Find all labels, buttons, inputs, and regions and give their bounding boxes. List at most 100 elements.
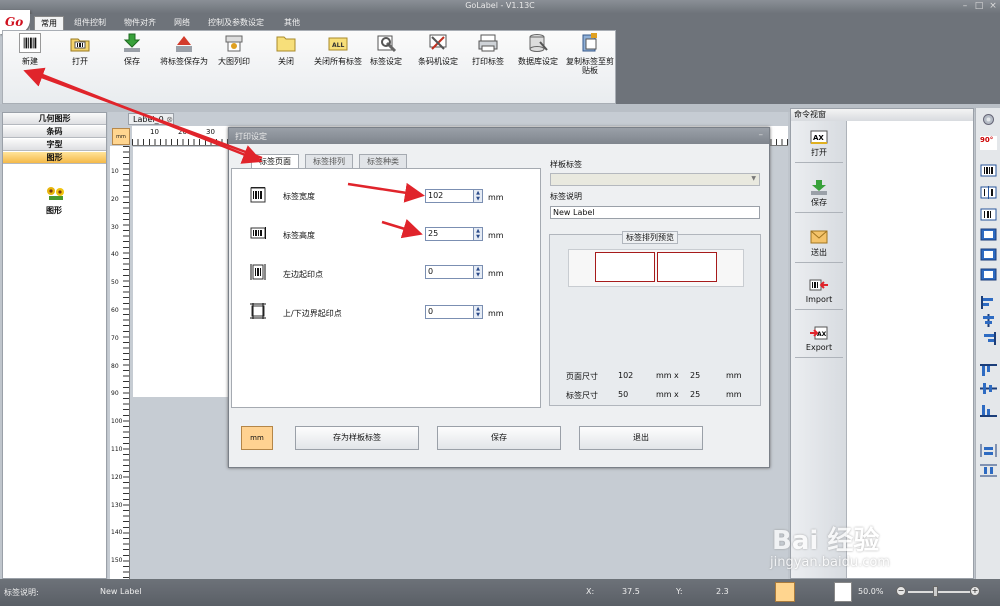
new-button[interactable]: 新建 — [5, 33, 55, 66]
label-height-spinner[interactable]: ▲ ▼ — [473, 227, 483, 241]
cmd-open-button[interactable]: AX 打开 — [795, 129, 843, 163]
close-all-button[interactable]: ALL 关闭所有标签 — [313, 33, 363, 66]
print-label-button[interactable]: 打印标签 — [463, 33, 513, 66]
database-icon — [529, 34, 548, 52]
watermark-url: jingyan.baidu.com — [770, 555, 890, 570]
save-as-icon — [176, 36, 192, 52]
baidu-watermark: Bai 经验 jingyan.baidu.com — [770, 520, 985, 580]
align-barcode-left-icon[interactable] — [980, 164, 997, 177]
description-input[interactable]: New Label — [550, 206, 760, 219]
dialog-title: 打印设定 — [235, 132, 267, 141]
menu-tab-control-params[interactable]: 控制及参数设定 — [202, 16, 270, 30]
command-editor-area[interactable] — [849, 121, 973, 578]
left-offset-unit: mm — [488, 269, 504, 278]
page-size-height: 25 — [690, 371, 701, 380]
align-box-bottom-icon[interactable] — [980, 268, 997, 281]
align-left-icon[interactable] — [980, 296, 997, 309]
unit-mm-button[interactable]: mm — [241, 426, 273, 450]
tab-label-type[interactable]: 标签种类 — [359, 154, 407, 168]
zoom-slider-thumb[interactable] — [933, 586, 938, 597]
status-x-label: X: — [586, 587, 595, 596]
save-button[interactable]: 保存 — [107, 33, 157, 66]
label-height-label: 标签高度 — [283, 231, 315, 240]
palette-barcode[interactable]: 条码 — [3, 126, 106, 138]
cmd-import-button[interactable]: Import — [795, 277, 843, 310]
menu-tab-component-control[interactable]: 组件控制 — [68, 16, 112, 30]
label-width-spinner[interactable]: ▲ ▼ — [473, 189, 483, 203]
big-print-button[interactable]: 大图列印 — [209, 33, 259, 66]
chevron-down-icon[interactable]: ▼ — [751, 175, 756, 182]
cmd-send-button[interactable]: 送出 — [795, 229, 843, 263]
menu-tab-other[interactable]: 其他 — [278, 16, 306, 30]
distribute-vertical-icon[interactable] — [980, 464, 997, 477]
ruler-v-tick: 130 — [111, 501, 123, 509]
save-as-button[interactable]: 将标签保存为 — [159, 33, 209, 66]
copy-to-clipboard-button[interactable]: 复制标签至剪贴板 — [565, 33, 615, 75]
rotate-90-button[interactable]: 90° — [980, 136, 997, 150]
label-size-height: 25 — [690, 390, 701, 399]
align-vcenter-icon[interactable] — [980, 382, 997, 395]
ribbon-empty-area — [616, 30, 1000, 104]
menu-tab-common[interactable]: 常用 — [34, 16, 64, 30]
database-settings-button[interactable]: 数据库设定 — [513, 33, 563, 66]
document-tab[interactable]: Label_0 ⊗ — [128, 113, 174, 125]
align-bottom-icon[interactable] — [980, 404, 997, 417]
distribute-horizontal-icon[interactable] — [980, 444, 997, 457]
align-box-middle-icon[interactable] — [980, 248, 997, 261]
dialog-minimize-icon[interactable]: – — [759, 130, 764, 140]
align-box-top-icon[interactable] — [980, 228, 997, 241]
open-button[interactable]: 打开 — [55, 33, 105, 66]
align-barcode-center-icon[interactable] — [980, 186, 997, 199]
cmd-save-button[interactable]: 保存 — [795, 179, 843, 213]
zoom-in-icon[interactable]: + — [970, 586, 980, 596]
page-view-icon[interactable] — [834, 582, 852, 602]
palette-graphic[interactable]: 图形 — [3, 152, 106, 164]
settings-gear-icon[interactable] — [980, 112, 997, 127]
minimize-icon[interactable]: – — [958, 1, 972, 12]
label-design-area[interactable] — [133, 147, 229, 397]
align-barcode-right-icon[interactable] — [980, 208, 997, 221]
align-right-icon[interactable] — [980, 332, 997, 345]
template-dropdown[interactable]: ▼ — [550, 173, 760, 186]
top-offset-spinner[interactable]: ▲ ▼ — [473, 305, 483, 319]
label-width-unit: mm — [488, 193, 504, 202]
grid-toggle-icon[interactable] — [775, 582, 795, 602]
flower-graphic-icon[interactable] — [45, 185, 67, 201]
import-icon — [809, 279, 828, 291]
open-icon — [70, 38, 90, 52]
label-size-times: x — [674, 390, 679, 399]
tab-label-page[interactable]: 标签页面 — [251, 154, 299, 168]
palette-font[interactable]: 字型 — [3, 139, 106, 151]
ruler-v-tick: 60 — [111, 307, 119, 314]
dialog-title-bar[interactable]: 打印设定 – — [229, 128, 769, 144]
close-button[interactable]: 关闭 — [261, 33, 311, 66]
close-window-icon[interactable]: × — [986, 1, 1000, 12]
dialog-save-button[interactable]: 保存 — [437, 426, 561, 450]
status-bar: 标签说明: New Label X: 37.5 Y: 2.3 50.0% − + — [0, 579, 1000, 606]
ruler-unit-corner[interactable]: mm — [112, 128, 130, 145]
cmd-export-button[interactable]: AX Export — [795, 325, 843, 358]
save-icon — [123, 33, 141, 52]
label-settings-button[interactable]: 标签设定 — [361, 33, 411, 66]
palette-geometry[interactable]: 几何图形 — [3, 113, 106, 125]
dialog-exit-button[interactable]: 退出 — [579, 426, 703, 450]
menu-tab-align[interactable]: 物件对齐 — [118, 16, 162, 30]
printer-settings-button[interactable]: 条码机设定 — [413, 33, 463, 66]
layout-preview: 标签排列预览 页面尺寸 102 mm x 25 mm 标签尺寸 50 mm x … — [549, 231, 761, 406]
left-offset-spinner[interactable]: ▲ ▼ — [473, 265, 483, 279]
top-offset-unit: mm — [488, 309, 504, 318]
left-offset-label: 左边起印点 — [283, 270, 323, 279]
preview-label-1 — [595, 252, 655, 282]
zoom-slider[interactable] — [908, 591, 970, 593]
label-width-icon — [250, 187, 266, 203]
export-icon: AX — [810, 326, 828, 340]
align-top-icon[interactable] — [980, 364, 997, 377]
tab-label-layout[interactable]: 标签排列 — [305, 154, 353, 168]
align-center-icon[interactable] — [980, 314, 997, 327]
menu-tab-network[interactable]: 网络 — [168, 16, 196, 30]
tab-close-icon[interactable]: ⊗ — [166, 115, 173, 124]
maximize-icon[interactable]: □ — [972, 1, 986, 12]
save-template-button[interactable]: 存为样板标签 — [295, 426, 419, 450]
ruler-v-tick: 90 — [111, 390, 119, 398]
zoom-out-icon[interactable]: − — [896, 586, 906, 596]
